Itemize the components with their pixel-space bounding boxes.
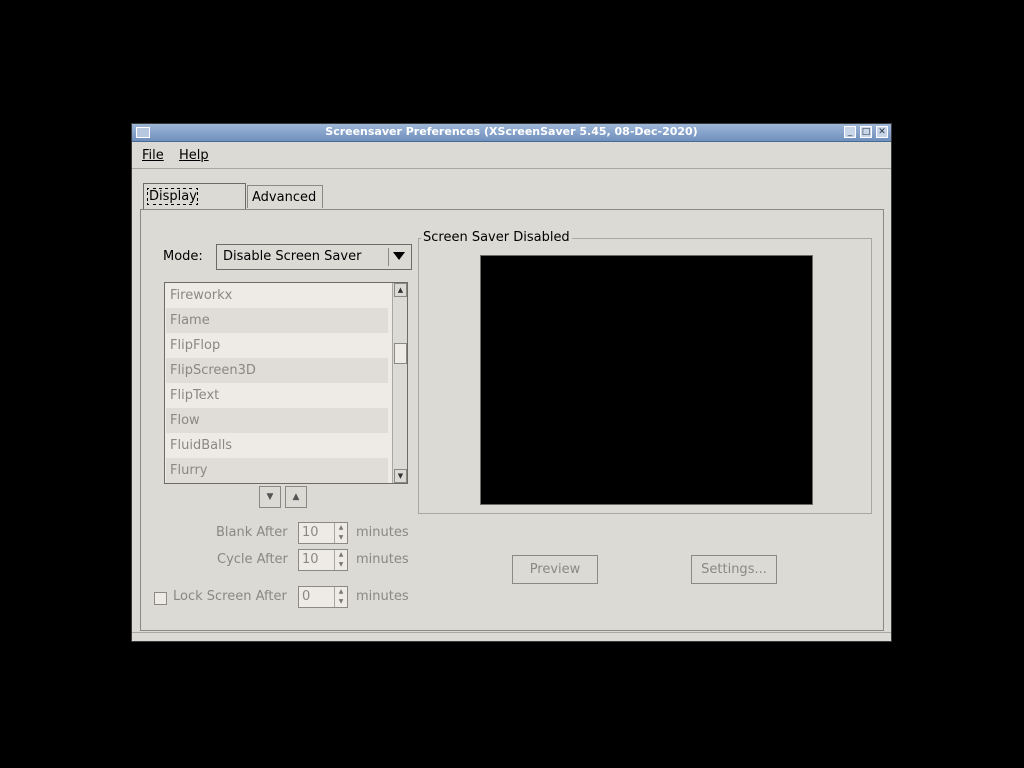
scroll-down-icon[interactable]: ▼ xyxy=(394,469,407,483)
spin-down-icon[interactable]: ▼ xyxy=(335,597,347,607)
settings-button[interactable]: Settings... xyxy=(691,555,777,584)
screensaver-list[interactable]: Fireworkx Flame FlipFlop FlipScreen3D Fl… xyxy=(164,282,408,484)
scroll-up-icon[interactable]: ▲ xyxy=(394,283,407,297)
cycle-after-label: Cycle After xyxy=(217,552,288,567)
chevron-down-icon xyxy=(393,252,405,260)
spin-up-icon[interactable]: ▲ xyxy=(335,523,347,533)
blank-after-spinner[interactable]: 10 ▲ ▼ xyxy=(298,522,348,544)
lock-screen-unit: minutes xyxy=(356,589,409,604)
dropdown-separator xyxy=(388,248,389,266)
tab-display-modes[interactable]: Display Modes xyxy=(143,183,246,231)
preview-frame: Screen Saver Disabled xyxy=(418,230,872,514)
preview-frame-title: Screen Saver Disabled xyxy=(421,230,572,245)
menu-file[interactable]: File xyxy=(142,148,164,163)
window-bottom-edge xyxy=(132,632,891,642)
screensaver-preferences-window: Screensaver Preferences (XScreenSaver 5.… xyxy=(131,123,892,642)
preview-button[interactable]: Preview xyxy=(512,555,598,584)
spin-up-icon[interactable]: ▲ xyxy=(335,587,347,597)
scroll-thumb[interactable] xyxy=(394,343,407,364)
tab-advanced-label: Advanced xyxy=(252,190,317,205)
title-bar[interactable]: Screensaver Preferences (XScreenSaver 5.… xyxy=(132,124,891,142)
list-item[interactable]: FluidBalls xyxy=(166,433,388,458)
close-icon[interactable]: ✕ xyxy=(876,126,888,138)
lock-screen-checkbox[interactable] xyxy=(154,592,167,605)
mode-value: Disable Screen Saver xyxy=(223,249,362,264)
list-scrollbar[interactable]: ▲ ▼ xyxy=(392,283,407,483)
list-item[interactable]: Flow xyxy=(166,408,388,433)
lock-screen-spinner[interactable]: 0 ▲ ▼ xyxy=(298,586,348,608)
window-title: Screensaver Preferences (XScreenSaver 5.… xyxy=(325,125,698,138)
lock-screen-label[interactable]: Lock Screen After xyxy=(173,589,287,604)
spin-down-icon[interactable]: ▼ xyxy=(335,560,347,570)
menu-help[interactable]: Help xyxy=(179,148,209,163)
cycle-after-value: 10 xyxy=(302,552,319,567)
blank-after-label: Blank After xyxy=(216,525,288,540)
previous-mode-button[interactable]: ▲ xyxy=(285,486,307,508)
preview-area xyxy=(480,255,813,505)
list-item[interactable]: Fireworkx xyxy=(166,283,388,308)
mode-label: Mode: xyxy=(163,249,203,264)
cycle-after-unit: minutes xyxy=(356,552,409,567)
list-item[interactable]: FlipText xyxy=(166,383,388,408)
display-modes-panel: Mode: Disable Screen Saver Fireworkx Fla… xyxy=(140,209,884,631)
mode-dropdown[interactable]: Disable Screen Saver xyxy=(216,244,412,270)
maximize-icon[interactable]: □ xyxy=(860,126,872,138)
lock-screen-value: 0 xyxy=(302,589,311,604)
spin-up-icon[interactable]: ▲ xyxy=(335,550,347,560)
menu-bar: File Help xyxy=(132,142,891,169)
tab-advanced[interactable]: Advanced xyxy=(247,185,323,208)
list-item[interactable]: Flurry xyxy=(166,458,388,483)
list-item[interactable]: Flame xyxy=(166,308,388,333)
next-mode-button[interactable]: ▼ xyxy=(259,486,281,508)
blank-after-value: 10 xyxy=(302,525,319,540)
minimize-icon[interactable]: _ xyxy=(844,126,856,138)
list-item[interactable]: FlipScreen3D xyxy=(166,358,388,383)
blank-after-unit: minutes xyxy=(356,525,409,540)
cycle-after-spinner[interactable]: 10 ▲ ▼ xyxy=(298,549,348,571)
list-item[interactable]: FlipFlop xyxy=(166,333,388,358)
spin-down-icon[interactable]: ▼ xyxy=(335,533,347,543)
